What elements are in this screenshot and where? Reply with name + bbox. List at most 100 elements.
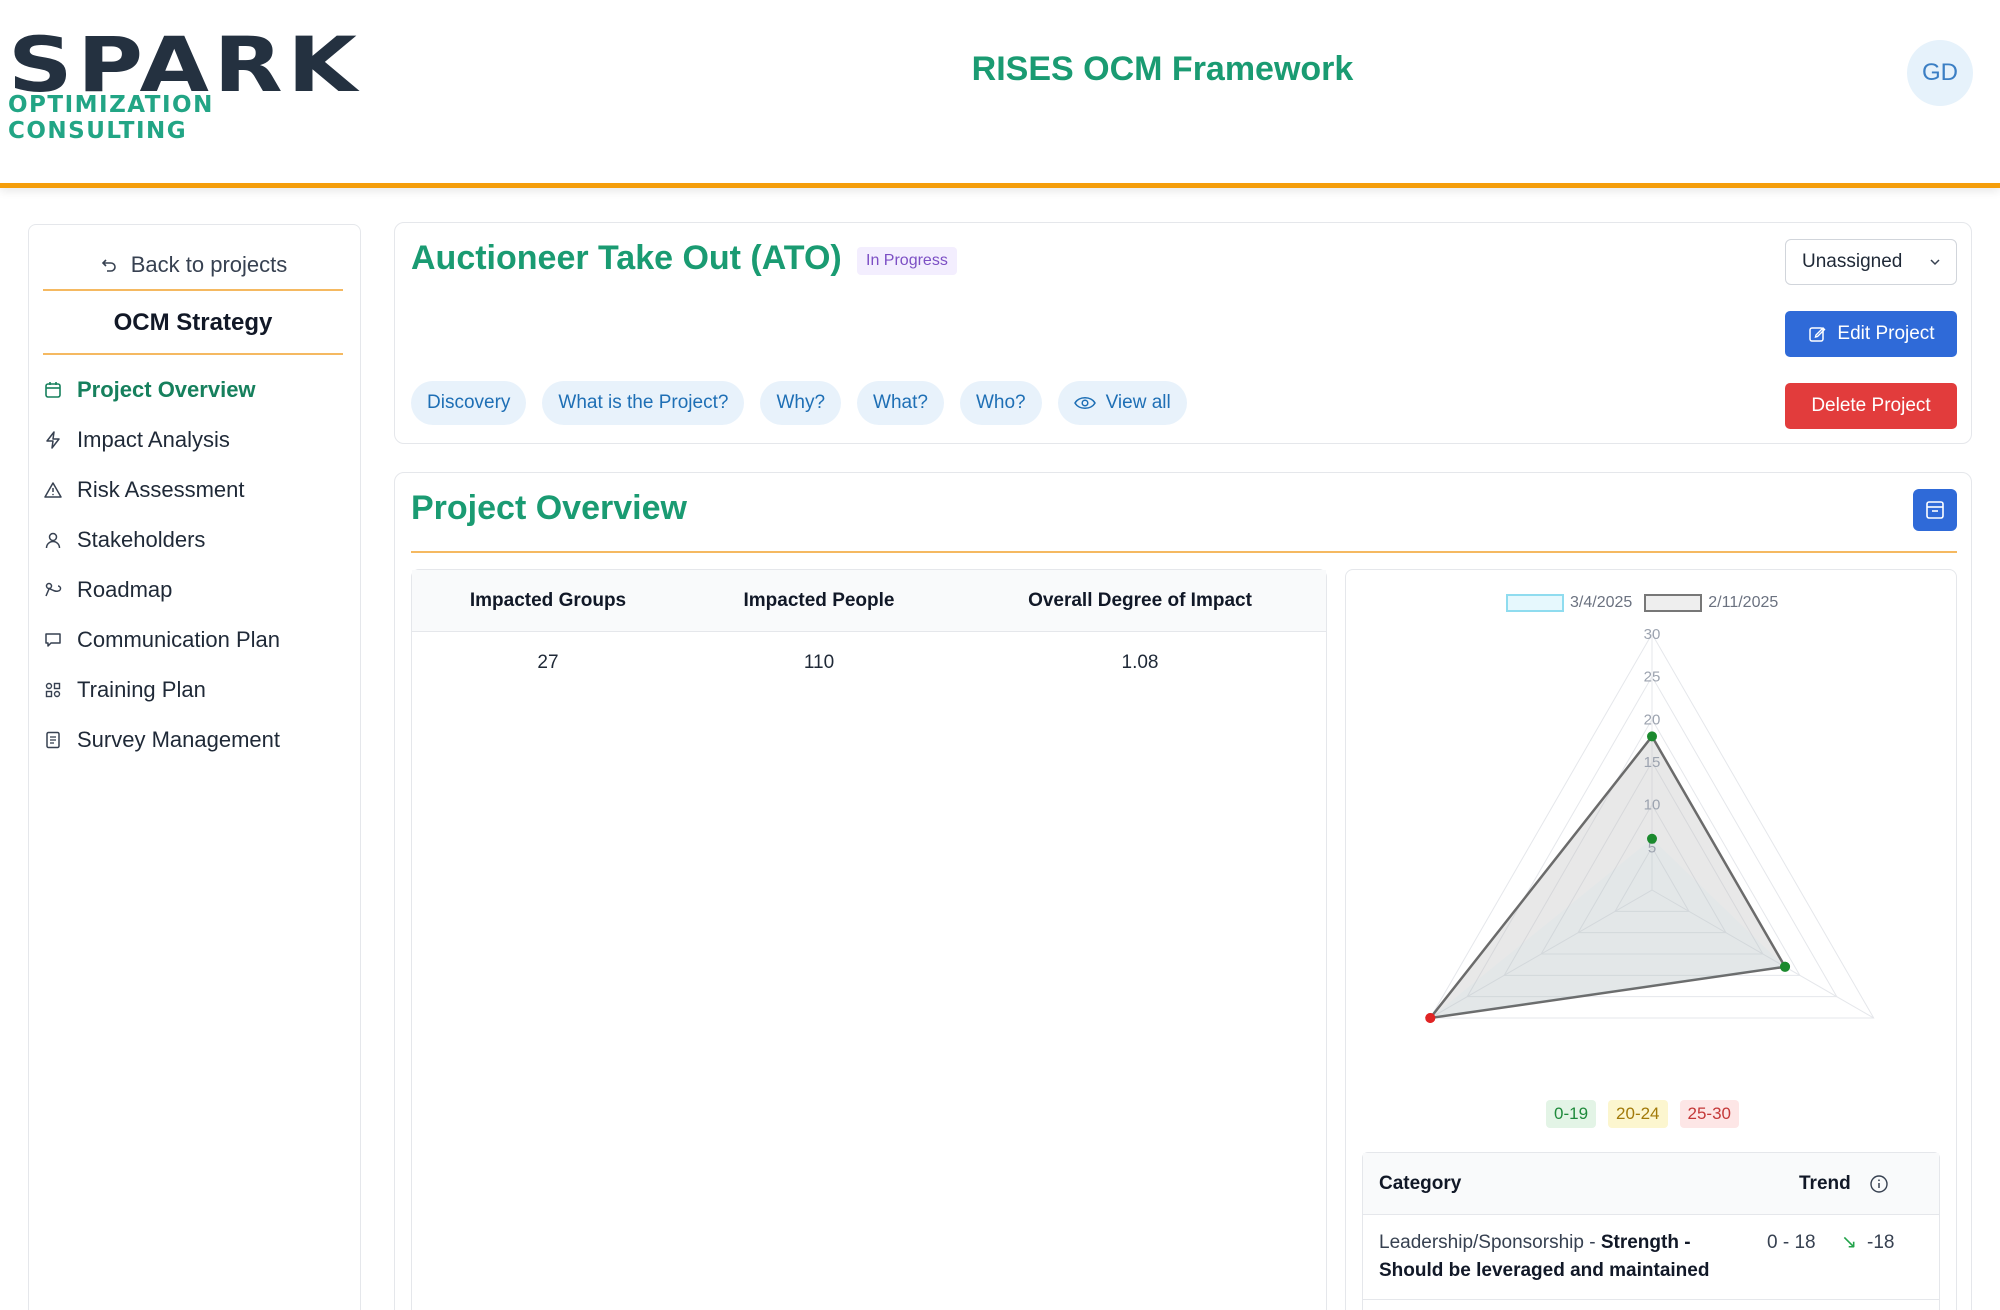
view-all-label: View all (1105, 392, 1171, 413)
eye-icon (1073, 397, 1096, 409)
category-trend-table: Category Trend Leadership/Sponsorship - … (1362, 1152, 1940, 1310)
project-overview-card: Project Overview Impacted Groups Impacte… (394, 472, 1972, 1310)
map-icon (45, 582, 62, 597)
logo-tagline: OPTIMIZATION CONSULTING (8, 92, 214, 144)
assignee-select[interactable]: Unassigned (1785, 239, 1957, 285)
radar-tick-label: 20 (1644, 711, 1661, 728)
info-icon[interactable] (1869, 1174, 1889, 1194)
range-badge-low: 0-19 (1546, 1100, 1597, 1128)
table-header: Category Trend (1363, 1153, 1939, 1215)
table-row: 27 110 1.08 (412, 632, 1326, 694)
edit-project-button[interactable]: Edit Project (1785, 311, 1957, 357)
sidebar-title: OCM Strategy (43, 293, 343, 355)
sidebar-nav: Project Overview Impact Analysis Risk As… (43, 365, 353, 765)
header-category: Category (1379, 1172, 1462, 1194)
back-to-projects-link[interactable]: Back to projects (43, 241, 343, 291)
sidebar-item-label: Stakeholders (77, 527, 206, 552)
header-impacted-groups: Impacted Groups (469, 589, 627, 611)
sidebar-item-communication-plan[interactable]: Communication Plan (43, 615, 353, 665)
app-title: RISES OCM Framework (971, 50, 1354, 88)
radar-tick-label: 25 (1644, 669, 1661, 686)
chip-who[interactable]: Who? (959, 381, 1042, 425)
chip-discovery[interactable]: Discovery (411, 381, 527, 425)
range-badge-high: 25-30 (1679, 1100, 1739, 1128)
sidebar-item-label: Roadmap (77, 577, 173, 602)
sidebar-item-label: Training Plan (77, 677, 206, 702)
delete-project-button[interactable]: Delete Project (1785, 383, 1957, 429)
trend-down-arrow-icon: ↘ (1841, 1232, 1857, 1253)
sidebar-item-training-plan[interactable]: Training Plan (43, 665, 353, 715)
range-badge-mid: 20-24 (1608, 1100, 1668, 1128)
view-all-chip[interactable]: View all (1057, 381, 1187, 425)
project-title: Auctioneer Take Out (ATO) (411, 239, 842, 277)
category-range: 0 - 18 (1767, 1232, 1816, 1253)
category-separator: - (1583, 1232, 1601, 1253)
sidebar-item-risk-assessment[interactable]: Risk Assessment (43, 465, 353, 515)
sidebar-item-label: Survey Management (77, 727, 280, 752)
score-ranges: 0-19 20-24 25-30 (1546, 1100, 1739, 1128)
sidebar-item-survey-management[interactable]: Survey Management (43, 715, 353, 765)
chart-legend: 3/4/2025 2/11/2025 (1506, 594, 1778, 612)
radar-point (1647, 731, 1657, 742)
chip-what[interactable]: What? (857, 381, 944, 425)
sidebar-item-label: Project Overview (77, 377, 256, 402)
legend-label: 2/11/2025 (1708, 594, 1779, 611)
legend-swatch (1506, 594, 1564, 612)
assignee-value: Unassigned (1802, 251, 1903, 272)
overall-degree-value: 1.08 (1121, 652, 1159, 673)
chevron-down-icon (1930, 259, 1940, 266)
undo-arrow-icon (101, 259, 116, 272)
sidebar-item-roadmap[interactable]: Roadmap (43, 565, 353, 615)
calendar-icon (45, 382, 61, 398)
radar-point (1647, 833, 1657, 844)
project-header-card: Auctioneer Take Out (ATO) In Progress Un… (394, 222, 1972, 444)
radar-point (1780, 961, 1791, 972)
sidebar-item-stakeholders[interactable]: Stakeholders (43, 515, 353, 565)
section-title: Project Overview (411, 489, 687, 527)
delete-project-label: Delete Project (1811, 395, 1931, 416)
radar-chart: 51015202530 (1425, 626, 1875, 1023)
message-icon (45, 633, 61, 647)
grid-icon (45, 682, 61, 698)
legend-item[interactable]: 3/4/2025 (1506, 594, 1632, 612)
radar-chart-panel: 3/4/2025 2/11/2025 5 10 15 20 25 30 0-19 20-2… (1345, 569, 1957, 1310)
save-icon (1926, 501, 1944, 519)
header-overall-degree: Overall Degree of Impact (1028, 589, 1252, 611)
user-avatar[interactable]: GD (1907, 40, 1973, 106)
sidebar-item-project-overview[interactable]: Project Overview (43, 365, 353, 415)
chip-why[interactable]: Why? (760, 381, 842, 425)
sidebar: Back to projects OCM Strategy Project Ov… (28, 224, 361, 1310)
impacted-groups-value: 27 (537, 652, 559, 673)
radar-tick-label: 30 (1644, 626, 1661, 643)
chip-what-is-the-project[interactable]: What is the Project? (542, 381, 745, 425)
sidebar-item-impact-analysis[interactable]: Impact Analysis (43, 415, 353, 465)
table-header: Impacted Groups Impacted People Overall … (412, 570, 1326, 632)
user-icon (45, 532, 61, 549)
impact-stats-table: Impacted Groups Impacted People Overall … (411, 569, 1327, 1310)
app-header: SPARK OPTIMIZATION CONSULTING RISES OCM … (0, 0, 2000, 188)
impacted-people-value: 110 (803, 652, 835, 673)
section-divider (411, 551, 1957, 553)
back-label: Back to projects (130, 252, 288, 277)
sidebar-item-label: Communication Plan (77, 627, 280, 652)
section-chips: Discovery What is the Project? Why? What… (411, 381, 1187, 425)
legend-item[interactable]: 2/11/2025 (1644, 594, 1778, 612)
category-name: Leadership/Sponsorship (1379, 1232, 1584, 1253)
sidebar-item-label: Impact Analysis (77, 427, 230, 452)
header-impacted-people: Impacted People (743, 589, 895, 611)
header-trend: Trend (1799, 1172, 1851, 1194)
edit-icon (1809, 327, 1826, 342)
radar-tick-label: 15 (1644, 754, 1661, 771)
document-icon (46, 731, 60, 749)
edit-project-label: Edit Project (1837, 323, 1935, 344)
sidebar-item-label: Risk Assessment (77, 477, 245, 502)
category-cell: Leadership/Sponsorship - Strength - Shou… (1379, 1229, 1759, 1285)
radar-point (1425, 1013, 1436, 1023)
legend-swatch (1644, 594, 1703, 612)
legend-label: 3/4/2025 (1570, 594, 1633, 611)
bolt-icon (46, 431, 60, 449)
save-button[interactable] (1913, 489, 1957, 531)
table-row: Leadership/Sponsorship - Strength - Shou… (1363, 1215, 1939, 1300)
status-badge: In Progress (857, 247, 957, 275)
radar-tick-label: 10 (1644, 797, 1661, 814)
